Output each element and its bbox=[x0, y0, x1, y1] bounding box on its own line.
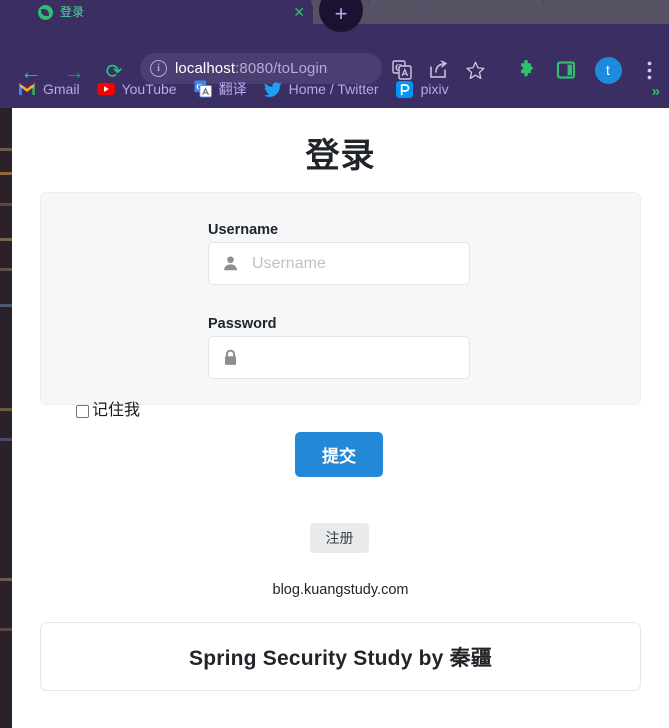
bookmark-gmail[interactable]: Gmail bbox=[18, 80, 80, 98]
tab-favicon-icon bbox=[38, 4, 53, 20]
page-viewport: 登录 Username Username Password 记住我 提交 注册 … bbox=[12, 108, 669, 728]
browser-chrome: 登录 ✕ + ← → ⟳ i localhost:8080/toLogin G bbox=[0, 0, 669, 108]
page-content: 登录 Username Username Password 记住我 提交 注册 … bbox=[12, 108, 669, 728]
youtube-icon bbox=[96, 80, 115, 98]
tab-strip-empty-area bbox=[311, 0, 669, 24]
tab-close-icon[interactable]: ✕ bbox=[293, 5, 305, 19]
footer-text: Spring Security Study by 秦疆 bbox=[189, 646, 492, 670]
username-label: Username bbox=[208, 222, 279, 238]
remember-me-label: 记住我 bbox=[92, 402, 141, 419]
register-button[interactable]: 注册 bbox=[310, 523, 369, 553]
bookmarks-overflow-icon[interactable]: » bbox=[652, 83, 660, 100]
person-icon bbox=[221, 254, 240, 273]
bookmark-label: 翻译 bbox=[218, 81, 247, 97]
browser-window: 登录 ✕ + ← → ⟳ i localhost:8080/toLogin G bbox=[0, 0, 669, 728]
tab-strip: 登录 ✕ + bbox=[0, 0, 669, 32]
tab-separators bbox=[311, 0, 669, 3]
browser-tab-active[interactable]: 登录 ✕ bbox=[8, 0, 313, 24]
pixiv-icon bbox=[396, 80, 414, 98]
footer-card: Spring Security Study by 秦疆 bbox=[40, 622, 641, 691]
blog-link[interactable]: blog.kuangstudy.com bbox=[12, 582, 669, 598]
gmail-icon bbox=[18, 80, 36, 98]
checkbox-box-icon[interactable] bbox=[76, 404, 89, 418]
bookmark-label: Home / Twitter bbox=[288, 81, 379, 97]
bookmark-label: Gmail bbox=[43, 81, 80, 97]
background-window-edge bbox=[0, 108, 12, 728]
plus-icon: + bbox=[334, 1, 348, 26]
browser-toolbar: ← → ⟳ i localhost:8080/toLogin G bbox=[0, 24, 669, 84]
bookmark-label: pixiv bbox=[420, 81, 449, 97]
password-label: Password bbox=[208, 316, 277, 332]
username-placeholder: Username bbox=[252, 254, 326, 272]
google-translate-icon: G bbox=[194, 80, 212, 98]
bookmark-pixiv[interactable]: pixiv bbox=[396, 80, 449, 98]
password-input[interactable] bbox=[208, 336, 470, 379]
twitter-icon bbox=[263, 80, 282, 98]
lock-icon bbox=[221, 348, 240, 367]
submit-button[interactable]: 提交 bbox=[295, 432, 383, 477]
bookmark-youtube[interactable]: YouTube bbox=[96, 80, 177, 98]
bookmarks-bar: Gmail YouTube G 翻译 Home / Twitter pixiv … bbox=[0, 70, 669, 108]
bookmark-translate[interactable]: G 翻译 bbox=[194, 79, 247, 99]
bookmark-twitter[interactable]: Home / Twitter bbox=[263, 80, 379, 98]
username-input[interactable]: Username bbox=[208, 242, 470, 285]
tab-title: 登录 bbox=[60, 5, 85, 19]
remember-me-checkbox[interactable]: 记住我 bbox=[76, 403, 140, 419]
bookmark-label: YouTube bbox=[121, 81, 177, 97]
page-title: 登录 bbox=[305, 137, 376, 175]
